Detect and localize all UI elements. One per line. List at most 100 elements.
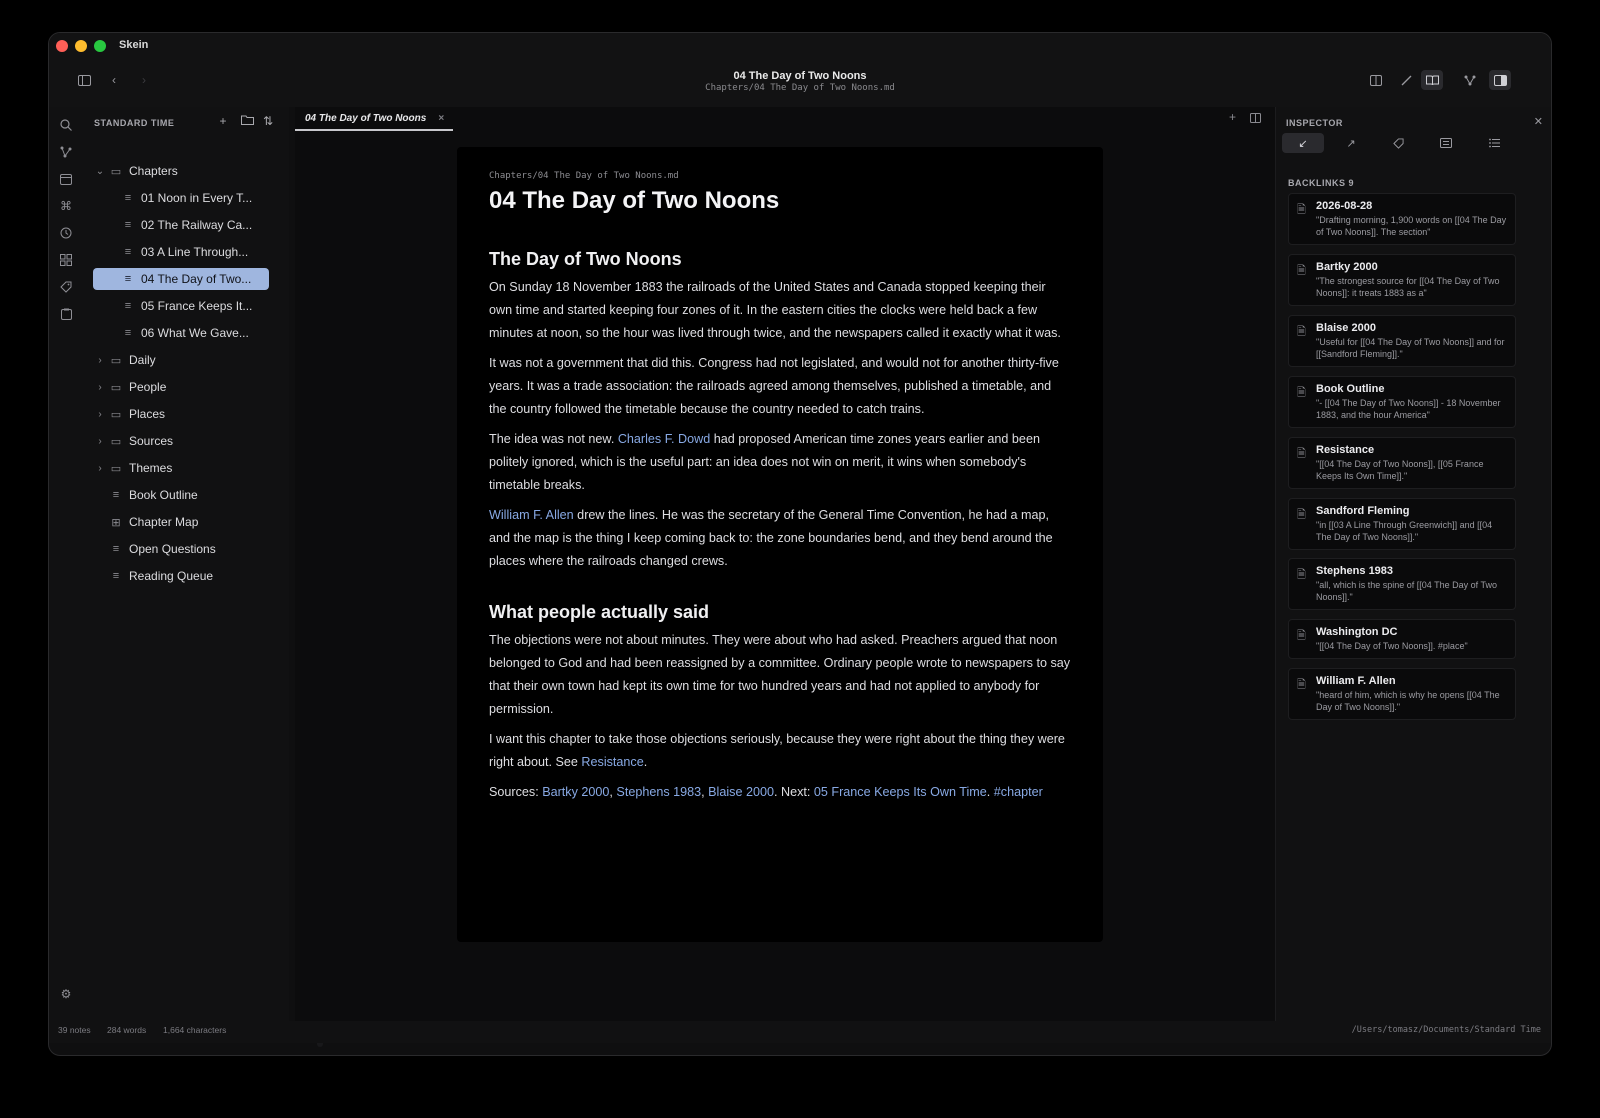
backlink-card[interactable]: 🗎 Stephens 1983 "all, which is the spine o… [1288,558,1516,610]
sidebar-item-label: Sources [129,434,174,448]
sidebar-item-label: Open Questions [129,542,216,556]
document-icon: 🗎 [1297,448,1306,460]
sidebar-item[interactable]: ≡ 06 What We Gave... [93,322,269,344]
backlink-excerpt: "all, which is the spine of [[04 The Day… [1316,580,1497,602]
sidebar-item[interactable]: ⌄ ▭ Chapters [93,160,269,182]
backlink-card[interactable]: 🗎 William F. Allen "heard of him, which is… [1288,668,1516,720]
wikilink-resistance[interactable]: Resistance [581,755,643,769]
clipboard-icon[interactable] [57,305,75,323]
wikilink-bartky[interactable]: Bartky 2000 [542,785,609,799]
sidebar-item-label: 06 What We Gave... [141,326,249,340]
sidebar-item-label: 01 Noon in Every T... [141,191,253,205]
wikilink-stephens[interactable]: Stephens 1983 [616,785,701,799]
folder-icon: ▭ [110,462,122,475]
chevron-right-icon[interactable]: › [93,355,107,366]
inspector-toggle-icon[interactable] [1489,70,1511,90]
sidebar-item[interactable]: ≡ 02 The Railway Ca... [93,214,269,236]
tag-chapter[interactable]: #chapter [994,785,1043,799]
sidebar-item[interactable]: ≡ Book Outline [93,484,269,506]
document-icon: 🗎 [1297,679,1306,691]
sidebar-item-label: 03 A Line Through... [141,245,249,259]
title-bar: Skein ‹ › 04 The Day of Two Noons Chapte… [49,33,1551,107]
backlinks-icon[interactable]: ↙ [1282,133,1324,153]
sidebar-item[interactable]: › ▭ Sources [93,430,269,452]
sidebar-item[interactable]: ≡ 05 France Keeps It... [93,295,269,317]
graph-icon[interactable] [57,143,75,161]
text-run: drew the lines. He was the secretary of … [489,508,1053,568]
wikilink-next-chapter[interactable]: 05 France Keeps Its Own Time [814,785,987,799]
sidebar-item[interactable]: › ▭ People [93,376,269,398]
backlink-title: Resistance [1316,444,1375,456]
sidebar-item[interactable]: › ▭ Themes [93,457,269,479]
chevron-down-icon[interactable]: ⌄ [93,166,107,177]
sidebar-item[interactable]: ≡ 04 The Day of Two... [93,268,269,290]
paragraph: The idea was not new. Charles F. Dowd ha… [489,428,1071,497]
chevron-right-icon[interactable]: › [93,382,107,393]
outgoing-links-icon[interactable]: ↗ [1330,133,1372,153]
grid-icon[interactable] [57,251,75,269]
split-pane-icon[interactable] [1250,112,1261,126]
command-icon[interactable]: ⌘ [57,197,75,215]
vault-name: STANDARD TIME [94,118,175,128]
note-page[interactable]: Chapters/04 The Day of Two Noons.md 04 T… [457,147,1103,942]
graph-icon[interactable] [1459,70,1481,90]
chevron-right-icon[interactable]: › [93,436,107,447]
backlink-card[interactable]: 🗎 Bartky 2000 "The strongest source for [[… [1288,254,1516,306]
wikilink-blaise[interactable]: Blaise 2000 [708,785,774,799]
sidebar-item[interactable]: › ▭ Daily [93,349,269,371]
text-run: . [986,785,994,799]
reading-icon[interactable] [1421,70,1443,90]
split-view-icon[interactable] [1365,70,1387,90]
tab-close-icon[interactable]: × [438,113,444,124]
sidebar-item[interactable]: ≡ Open Questions [93,538,269,560]
new-note-icon[interactable]: + [215,114,231,128]
outline-icon[interactable] [1473,133,1515,153]
backlink-card[interactable]: 🗎 Blaise 2000 "Useful for [[04 The Day of … [1288,315,1516,367]
sidebar-item[interactable]: ≡ 01 Noon in Every T... [93,187,269,209]
minimize-window-button[interactable] [75,40,87,52]
backlink-card[interactable]: 🗎 Sandford Fleming "in [[03 A Line Through… [1288,498,1516,550]
inspector-panel: INSPECTOR ✕ ↙ ↗ BACKLINKS 9 🗎 2026-08-28 "… [1275,107,1551,1043]
chevron-right-icon[interactable]: › [93,463,107,474]
text-run: The idea was not new. [489,432,618,446]
sidebar-item-label: Places [129,407,166,421]
tab-label: 04 The Day of Two Noons [305,112,427,124]
sidebar-item[interactable]: ≡ 03 A Line Through... [93,241,269,263]
calendar-icon[interactable] [57,170,75,188]
tags-icon[interactable] [1377,133,1419,153]
zoom-window-button[interactable] [94,40,106,52]
backlink-card[interactable]: 🗎 Washington DC "[[04 The Day of Two Noons… [1288,619,1516,659]
properties-icon[interactable] [1425,133,1467,153]
tab-current-note[interactable]: 04 The Day of Two Noons × [295,107,453,131]
backlink-card[interactable]: 🗎 2026-08-28 "Drafting morning, 1,900 word… [1288,193,1516,245]
tag-icon[interactable] [57,278,75,296]
backlink-card[interactable]: 🗎 Resistance "[[04 The Day of Two Noons]],… [1288,437,1516,489]
sidebar-item-label: Themes [129,461,173,475]
note-count: 39 notes [58,1025,91,1035]
new-folder-icon[interactable] [239,114,255,128]
sidebar-item[interactable]: ⊞ Chapter Map [93,511,269,533]
chevron-right-icon[interactable]: › [93,409,107,420]
sidebar-item[interactable]: ≡ Reading Queue [93,565,269,587]
edit-icon[interactable] [1395,70,1417,90]
search-icon[interactable] [57,116,75,134]
backlink-excerpt: "[[04 The Day of Two Noons]], [[05 Franc… [1316,459,1484,481]
settings-gear-icon[interactable]: ⚙ [57,985,75,1003]
document-icon: 🗎 [1297,509,1306,521]
document-icon: 🗎 [1297,326,1306,338]
paragraph: The objections were not about minutes. T… [489,633,1071,716]
history-icon[interactable] [57,224,75,242]
backlink-excerpt: "Useful for [[04 The Day of Two Noons]] … [1316,337,1505,359]
close-icon[interactable]: ✕ [1534,115,1543,128]
text-run: Sources: [489,785,543,799]
sort-icon[interactable]: ⇅ [260,114,276,128]
backlink-card[interactable]: 🗎 Book Outline "- [[04 The Day of Two Noon… [1288,376,1516,428]
wikilink-william-allen[interactable]: William F. Allen [489,508,574,522]
sidebar-item[interactable]: › ▭ Places [93,403,269,425]
new-tab-icon[interactable]: + [1229,110,1236,124]
inspector-title: INSPECTOR [1286,118,1343,128]
backlink-title: Stephens 1983 [1316,565,1394,577]
close-window-button[interactable] [56,40,68,52]
wikilink-charles-dowd[interactable]: Charles F. Dowd [618,432,710,446]
backlinks-header: BACKLINKS 9 [1288,178,1355,188]
